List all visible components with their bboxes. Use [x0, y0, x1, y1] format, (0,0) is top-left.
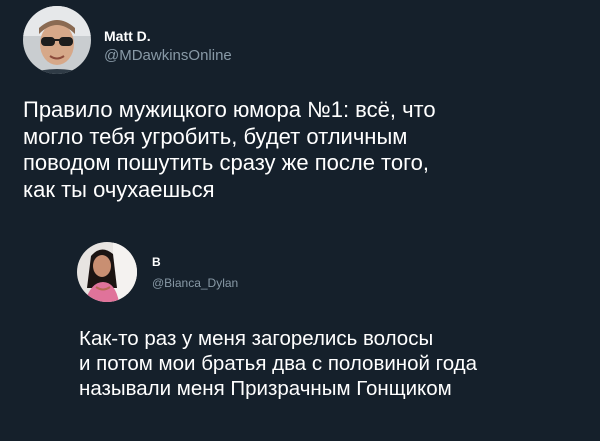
reply-author-name[interactable]: B	[152, 255, 161, 269]
reply-text-line: и потом мои братья два с половиной года	[79, 352, 478, 375]
tweet-text-line: могло тебя угробить, будет отличным	[23, 123, 408, 149]
avatar[interactable]	[23, 6, 91, 74]
tweet-text-line: поводом пошутить сразу же после того,	[23, 150, 429, 175]
reply-author-handle[interactable]: @Bianca_Dylan	[152, 276, 238, 290]
tweet-text-line: как ты очухаешься	[23, 176, 215, 202]
reply-text: Как-то раз у меня загорелись волосы и по…	[79, 326, 589, 401]
author-name[interactable]: Matt D.	[104, 28, 151, 44]
author-handle[interactable]: @MDawkinsOnline	[104, 47, 232, 64]
tweet-card: Matt D. @MDawkinsOnline Правило мужицког…	[0, 0, 600, 441]
reply-text-line: Как-то раз у меня загорелись волосы	[79, 327, 434, 350]
reply-avatar[interactable]	[77, 242, 137, 302]
tweet-text: Правило мужицкого юмора №1: всё, что мог…	[23, 97, 583, 203]
user-photo-icon	[77, 242, 137, 302]
tweet-text-line: Правило мужицкого юмора №1: всё, что	[23, 97, 436, 122]
user-photo-icon	[23, 6, 91, 74]
reply-text-line: называли меня Призрачным Гонщиком	[79, 377, 452, 400]
